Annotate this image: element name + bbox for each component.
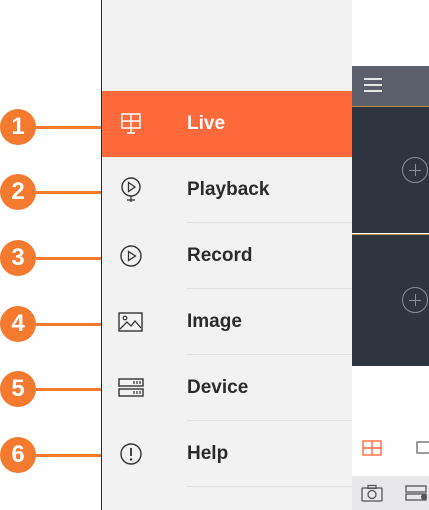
nav-menu: Live Playback Record Image Device Help: [102, 91, 352, 487]
menu-item-record[interactable]: Record: [102, 223, 352, 289]
menu-item-label: Device: [187, 377, 249, 398]
hamburger-menu-icon[interactable]: [364, 78, 382, 92]
video-cell[interactable]: [352, 106, 429, 233]
menu-item-label: Live: [187, 113, 226, 134]
menu-item-live[interactable]: Live: [102, 91, 352, 157]
help-icon: [115, 439, 145, 469]
menu-item-image[interactable]: Image: [102, 289, 352, 355]
menu-item-help[interactable]: Help: [102, 421, 352, 487]
image-icon: [115, 307, 145, 337]
menu-item-label: Playback: [187, 179, 270, 200]
menu-item-device[interactable]: Device: [102, 355, 352, 421]
snapshot-icon[interactable]: [361, 484, 383, 502]
callout-badge: 5: [0, 371, 36, 407]
menu-item-label: Help: [187, 443, 229, 464]
playback-icon: [115, 175, 145, 205]
side-drawer: Live Playback Record Image Device Help: [102, 0, 352, 510]
device-icon: [115, 373, 145, 403]
callout-badge: 3: [0, 240, 36, 276]
callout-badge: 4: [0, 306, 36, 342]
video-cell[interactable]: [352, 234, 429, 367]
live-grid-icon: [115, 109, 145, 139]
bottom-toolbar: [352, 476, 429, 510]
menu-item-label: Record: [187, 245, 253, 266]
callout-badge: 6: [0, 437, 36, 473]
menu-item-label: Image: [187, 311, 242, 332]
callout-badge: 1: [0, 109, 36, 145]
add-camera-icon[interactable]: [402, 157, 428, 183]
callout-badge: 2: [0, 174, 36, 210]
monitor-icon[interactable]: [416, 440, 429, 456]
live-view-area: [352, 0, 429, 510]
device-list-icon[interactable]: [405, 484, 429, 502]
top-bar: [352, 66, 429, 106]
menu-item-playback[interactable]: Playback: [102, 157, 352, 223]
phone-screen: Live Playback Record Image Device Help: [101, 0, 429, 510]
split-grid-icon[interactable]: [362, 440, 382, 456]
add-camera-icon[interactable]: [402, 287, 428, 313]
record-icon: [115, 241, 145, 271]
controls-area: [352, 366, 429, 476]
